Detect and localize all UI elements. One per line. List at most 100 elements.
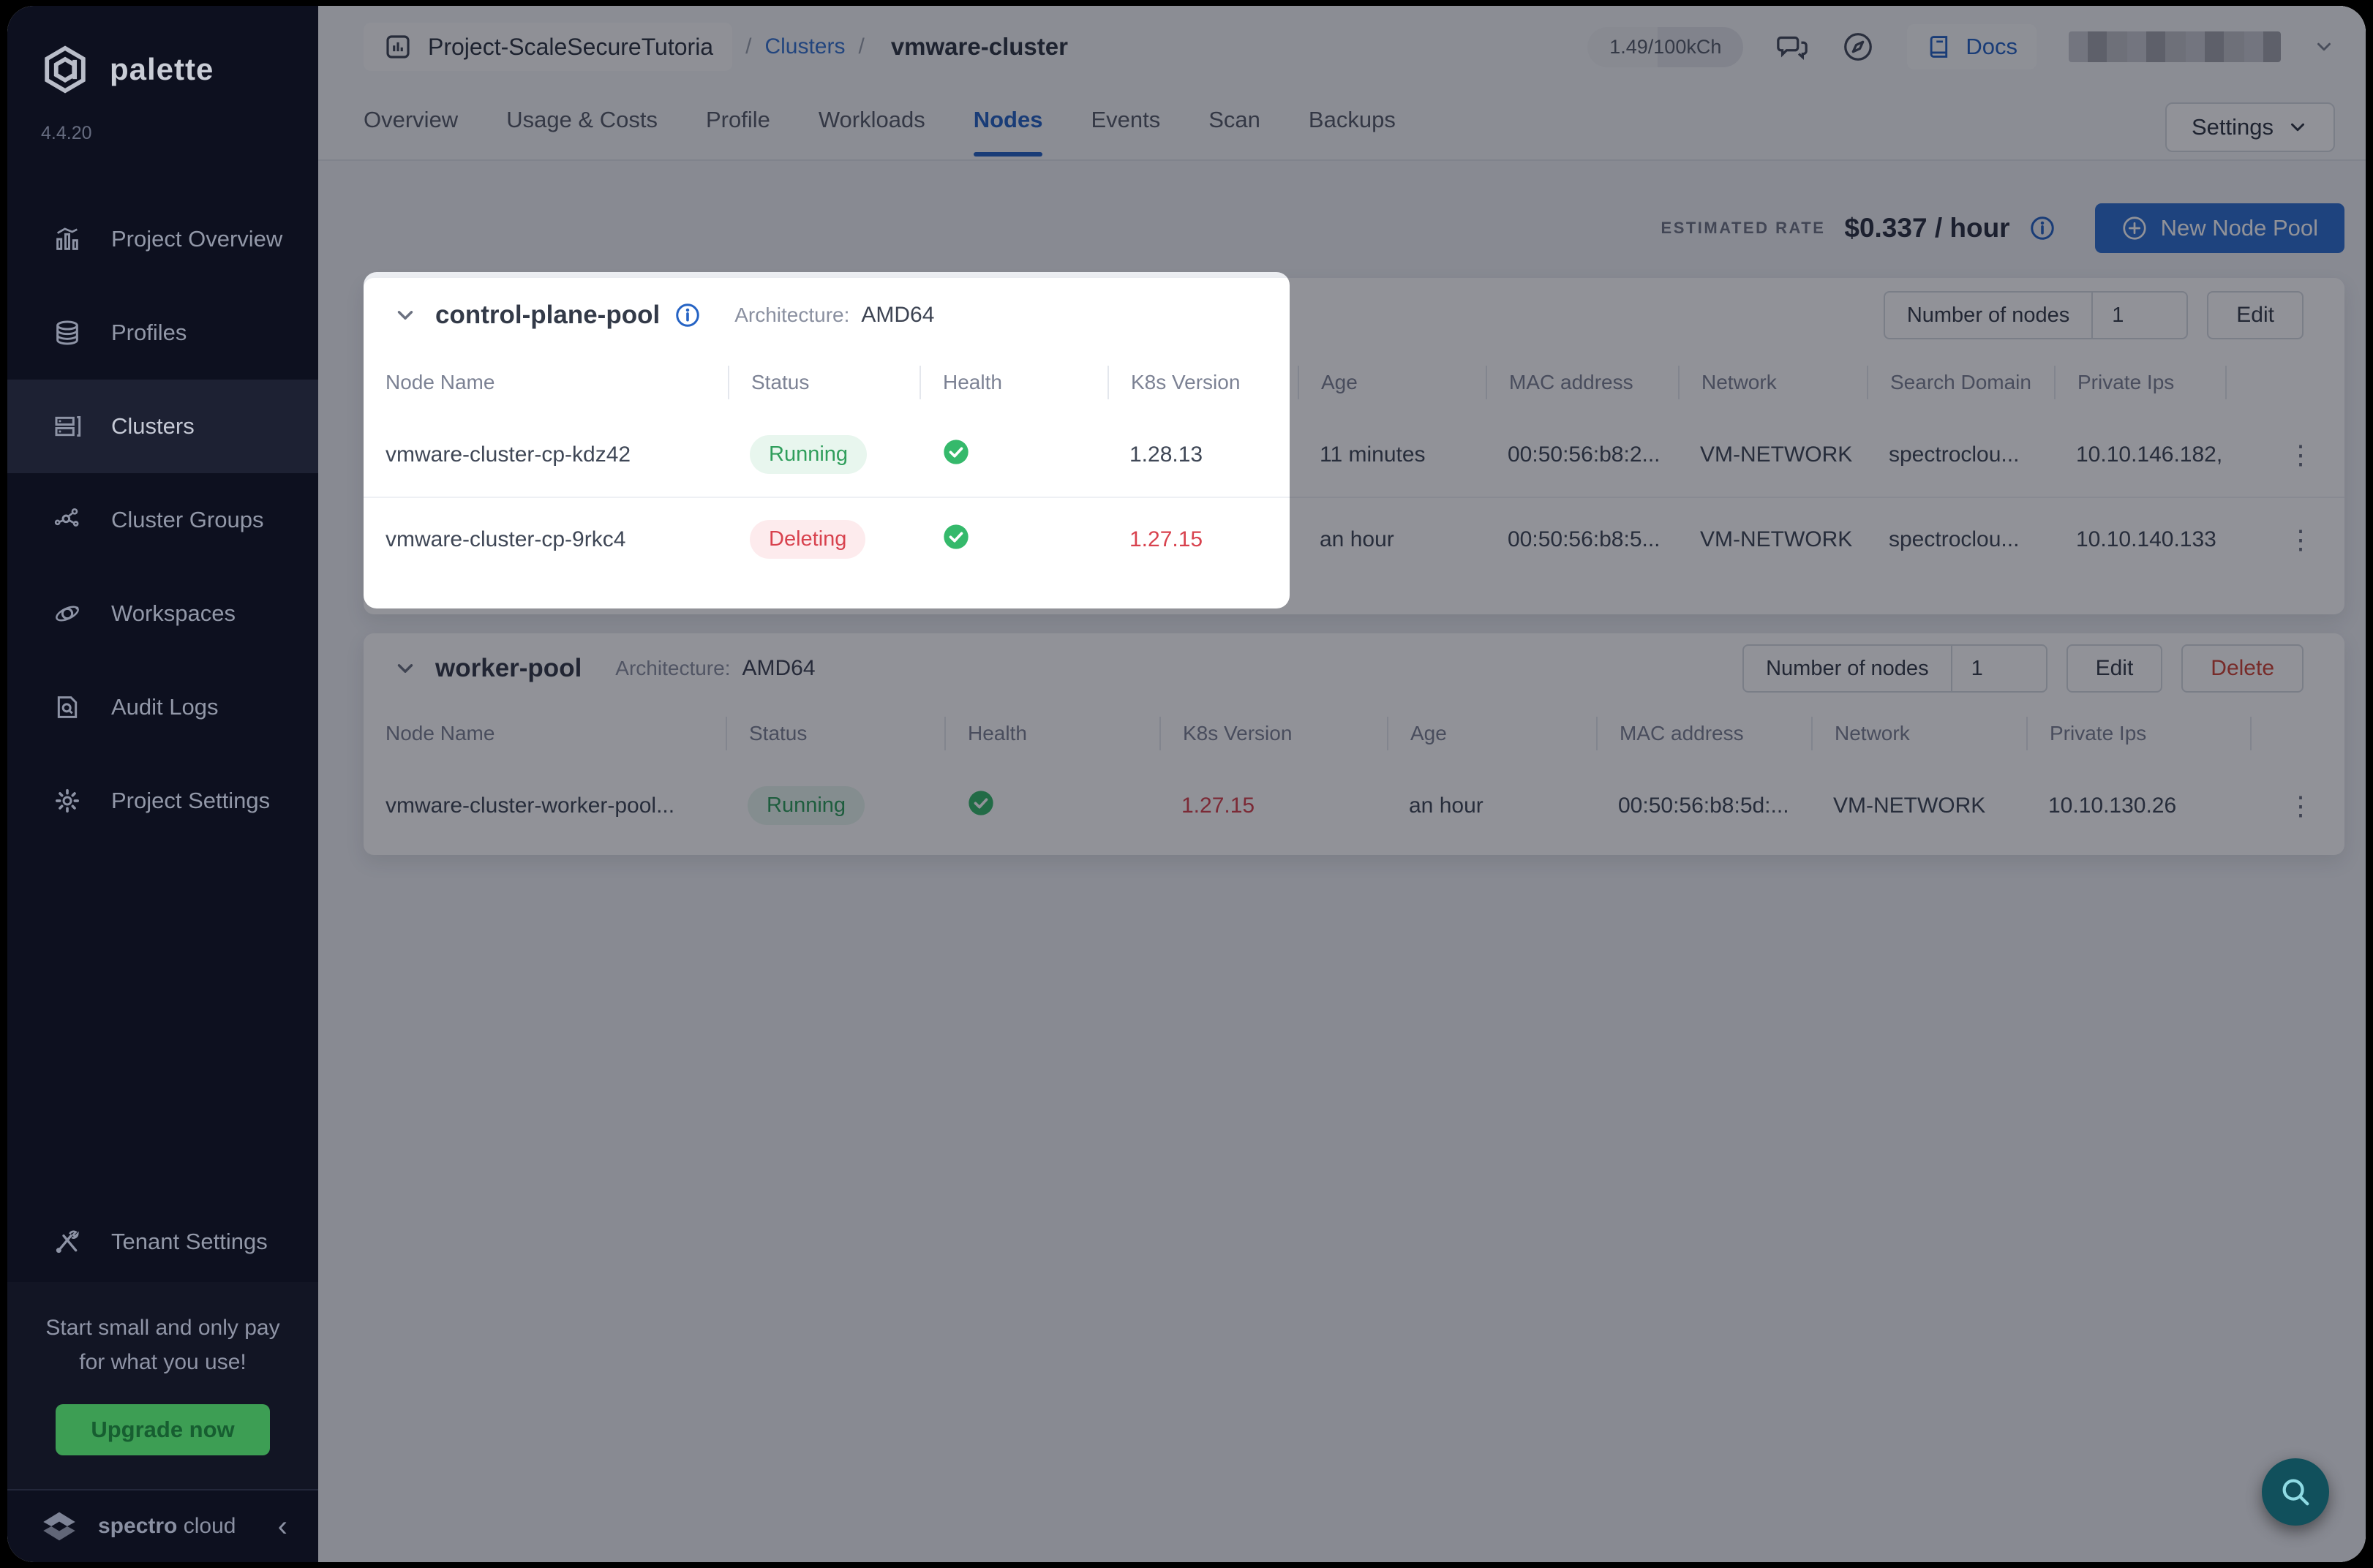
upgrade-now-button[interactable]: Upgrade now bbox=[56, 1404, 269, 1455]
column-health: Health bbox=[944, 717, 1159, 750]
sidebar-item-label: Workspaces bbox=[111, 600, 236, 627]
breadcrumb-project-chip[interactable]: Project-ScaleSecureTutoria bbox=[364, 23, 732, 71]
pool-header: control-plane-pool Architecture: AMD64 N… bbox=[364, 278, 2344, 353]
column-actions bbox=[2225, 366, 2344, 399]
card-bottom-padding bbox=[364, 581, 2344, 614]
sidebar-item-cluster-groups[interactable]: Cluster Groups bbox=[7, 473, 318, 567]
sidebar-collapse-icon[interactable]: ‹ bbox=[278, 1512, 287, 1541]
sidebar-menu: Project Overview Profiles Clusters Clust… bbox=[7, 192, 318, 848]
tab-nodes[interactable]: Nodes bbox=[974, 107, 1043, 157]
cell-status: Running bbox=[728, 435, 920, 474]
estimated-rate-label: ESTIMATED RATE bbox=[1661, 219, 1826, 238]
pool-controls: Number of nodes 1 Edit bbox=[1884, 291, 2304, 339]
sidebar-item-label: Tenant Settings bbox=[111, 1229, 268, 1255]
cell-k8s-version: 1.27.15 bbox=[1159, 794, 1387, 818]
status-badge: Deleting bbox=[750, 520, 865, 559]
settings-button[interactable]: Settings bbox=[2165, 102, 2335, 152]
tab-workloads[interactable]: Workloads bbox=[819, 107, 925, 157]
cluster-tabs-bar: Overview Usage & Costs Profile Workloads… bbox=[318, 88, 2366, 161]
tab-overview[interactable]: Overview bbox=[364, 107, 458, 157]
number-of-nodes-label: Number of nodes bbox=[1744, 646, 1952, 691]
sidebar-item-tenant-settings[interactable]: Tenant Settings bbox=[7, 1202, 318, 1282]
sidebar-footer: spectro cloud ‹ bbox=[7, 1489, 318, 1562]
health-ok-icon bbox=[941, 437, 971, 467]
brand-name: palette bbox=[110, 52, 214, 87]
tab-usage-costs[interactable]: Usage & Costs bbox=[506, 107, 658, 157]
spectro-cloud-logo-icon bbox=[38, 1505, 80, 1548]
column-health: Health bbox=[920, 366, 1107, 399]
row-actions-menu-icon[interactable]: ⋮ bbox=[2287, 448, 2344, 462]
tab-profile[interactable]: Profile bbox=[706, 107, 770, 157]
topbar-right: 1.49/100kCh Docs bbox=[1587, 24, 2335, 69]
edit-pool-button[interactable]: Edit bbox=[2066, 644, 2163, 693]
app-version: 4.4.20 bbox=[7, 123, 318, 144]
cell-node-name: vmware-cluster-cp-kdz42 bbox=[364, 442, 728, 467]
row-actions-menu-icon[interactable]: ⋮ bbox=[2287, 532, 2344, 547]
info-icon[interactable] bbox=[2029, 215, 2056, 241]
breadcrumb-project: Project-ScaleSecureTutoria bbox=[428, 34, 713, 61]
upgrade-promo: Start small and only pay for what you us… bbox=[7, 1282, 318, 1489]
docs-button[interactable]: Docs bbox=[1907, 24, 2037, 69]
tab-scan[interactable]: Scan bbox=[1208, 107, 1260, 157]
spectro-cloud-wordmark: spectro cloud bbox=[98, 1514, 236, 1539]
user-menu-redacted-name[interactable] bbox=[2069, 31, 2281, 62]
sidebar-item-label: Cluster Groups bbox=[111, 507, 263, 533]
magnifier-icon bbox=[2279, 1475, 2312, 1509]
cell-node-name: vmware-cluster-worker-pool... bbox=[364, 794, 726, 818]
breadcrumb-clusters-link[interactable]: Clusters bbox=[764, 34, 845, 59]
brand-block: palette bbox=[7, 6, 318, 95]
sidebar-item-project-overview[interactable]: Project Overview bbox=[7, 192, 318, 286]
tab-backups[interactable]: Backups bbox=[1309, 107, 1396, 157]
tab-events[interactable]: Events bbox=[1091, 107, 1160, 157]
cell-status: Deleting bbox=[728, 520, 920, 559]
delete-pool-button[interactable]: Delete bbox=[2181, 644, 2304, 693]
sidebar-item-clusters[interactable]: Clusters bbox=[7, 380, 318, 473]
pool-controls: Number of nodes 1 Edit Delete bbox=[1742, 644, 2304, 693]
column-search-domain: Search Domain bbox=[1867, 366, 2054, 399]
gear-icon bbox=[53, 786, 82, 815]
column-k8s-version: K8s Version bbox=[1159, 717, 1387, 750]
cell-search-domain: spectroclou... bbox=[1867, 527, 2054, 552]
number-of-nodes-group: Number of nodes 1 bbox=[1884, 291, 2188, 339]
nodes-graph-icon bbox=[53, 505, 82, 535]
chevron-down-icon bbox=[2287, 116, 2309, 138]
number-of-nodes-value[interactable]: 1 bbox=[1952, 646, 2046, 691]
cell-age: an hour bbox=[1387, 794, 1596, 818]
breadcrumb-current-cluster: vmware-cluster bbox=[891, 33, 1068, 61]
new-node-pool-button[interactable]: New Node Pool bbox=[2095, 203, 2344, 253]
sidebar-item-label: Profiles bbox=[111, 320, 187, 346]
collapse-chevron-icon[interactable] bbox=[393, 303, 418, 328]
breadcrumb-separator: / bbox=[745, 34, 751, 59]
tools-icon bbox=[53, 1227, 82, 1256]
cell-mac-address: 00:50:56:b8:5... bbox=[1486, 527, 1678, 552]
book-icon bbox=[1926, 33, 1954, 61]
sidebar-spacer bbox=[7, 848, 318, 1202]
cell-private-ips: 10.10.140.133 bbox=[2054, 527, 2225, 552]
cell-health bbox=[920, 437, 1107, 472]
row-actions-menu-icon[interactable]: ⋮ bbox=[2287, 799, 2344, 813]
sidebar-item-profiles[interactable]: Profiles bbox=[7, 286, 318, 380]
sidebar-item-workspaces[interactable]: Workspaces bbox=[7, 567, 318, 660]
chat-icon[interactable] bbox=[1775, 30, 1809, 64]
number-of-nodes-value[interactable]: 1 bbox=[2093, 293, 2186, 338]
table-row: vmware-cluster-worker-pool... Running 1.… bbox=[364, 764, 2344, 848]
sidebar-item-label: Project Overview bbox=[111, 226, 282, 252]
cell-health bbox=[944, 788, 1159, 823]
sidebar-item-project-settings[interactable]: Project Settings bbox=[7, 754, 318, 848]
info-icon[interactable] bbox=[674, 302, 701, 328]
table-header: Node Name Status Health K8s Version Age … bbox=[364, 353, 2344, 412]
table-header: Node Name Status Health K8s Version Age … bbox=[364, 704, 2344, 764]
cell-mac-address: 00:50:56:b8:5d:... bbox=[1596, 794, 1811, 818]
compass-icon[interactable] bbox=[1841, 30, 1875, 64]
column-mac-address: MAC address bbox=[1486, 366, 1678, 399]
architecture-value: AMD64 bbox=[742, 656, 815, 681]
usage-quota-badge: 1.49/100kCh bbox=[1587, 27, 1743, 67]
sidebar-item-audit-logs[interactable]: Audit Logs bbox=[7, 660, 318, 754]
chevron-down-icon[interactable] bbox=[2313, 36, 2335, 58]
search-fab-button[interactable] bbox=[2262, 1458, 2329, 1526]
column-actions bbox=[2250, 717, 2344, 750]
edit-pool-button[interactable]: Edit bbox=[2207, 291, 2304, 339]
cell-private-ips: 10.10.130.26 bbox=[2026, 794, 2250, 818]
number-of-nodes-group: Number of nodes 1 bbox=[1742, 644, 2047, 693]
collapse-chevron-icon[interactable] bbox=[393, 656, 418, 681]
